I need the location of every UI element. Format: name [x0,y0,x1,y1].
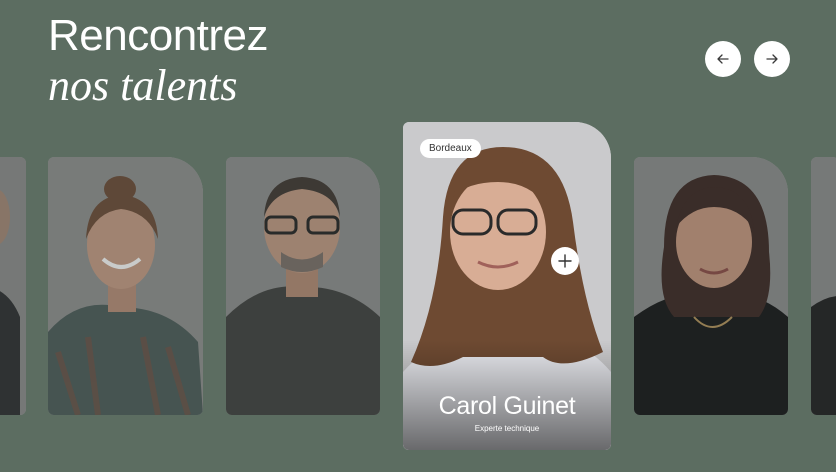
arrow-left-icon [717,54,729,64]
talent-photo [48,157,203,415]
talent-photo [226,157,380,415]
talent-card[interactable] [634,157,788,415]
talent-name: Carol Guinet [438,392,576,420]
talent-card[interactable] [48,157,203,415]
carousel-next-button[interactable] [754,41,790,77]
section-subtitle: nos talents [48,61,238,110]
section-title: Rencontrez [48,11,269,60]
talent-photo [811,157,836,415]
expand-profile-button[interactable] [551,247,579,275]
carousel-prev-button[interactable] [705,41,741,77]
talent-photo [0,157,26,415]
talent-role: Experte technique [474,424,540,433]
talent-card-partial-right[interactable] [811,157,836,415]
plus-icon [558,254,572,268]
talent-card-partial-left[interactable] [0,157,26,415]
talent-card-active[interactable]: Bordeaux Carol Guinet Experte technique [403,122,611,450]
talent-photo [634,157,788,415]
city-badge: Bordeaux [420,139,481,158]
talent-card[interactable] [226,157,380,415]
arrow-right-icon [766,54,778,64]
talents-section: Rencontrez nos talents Bordeaux Carol Gu… [0,0,836,472]
